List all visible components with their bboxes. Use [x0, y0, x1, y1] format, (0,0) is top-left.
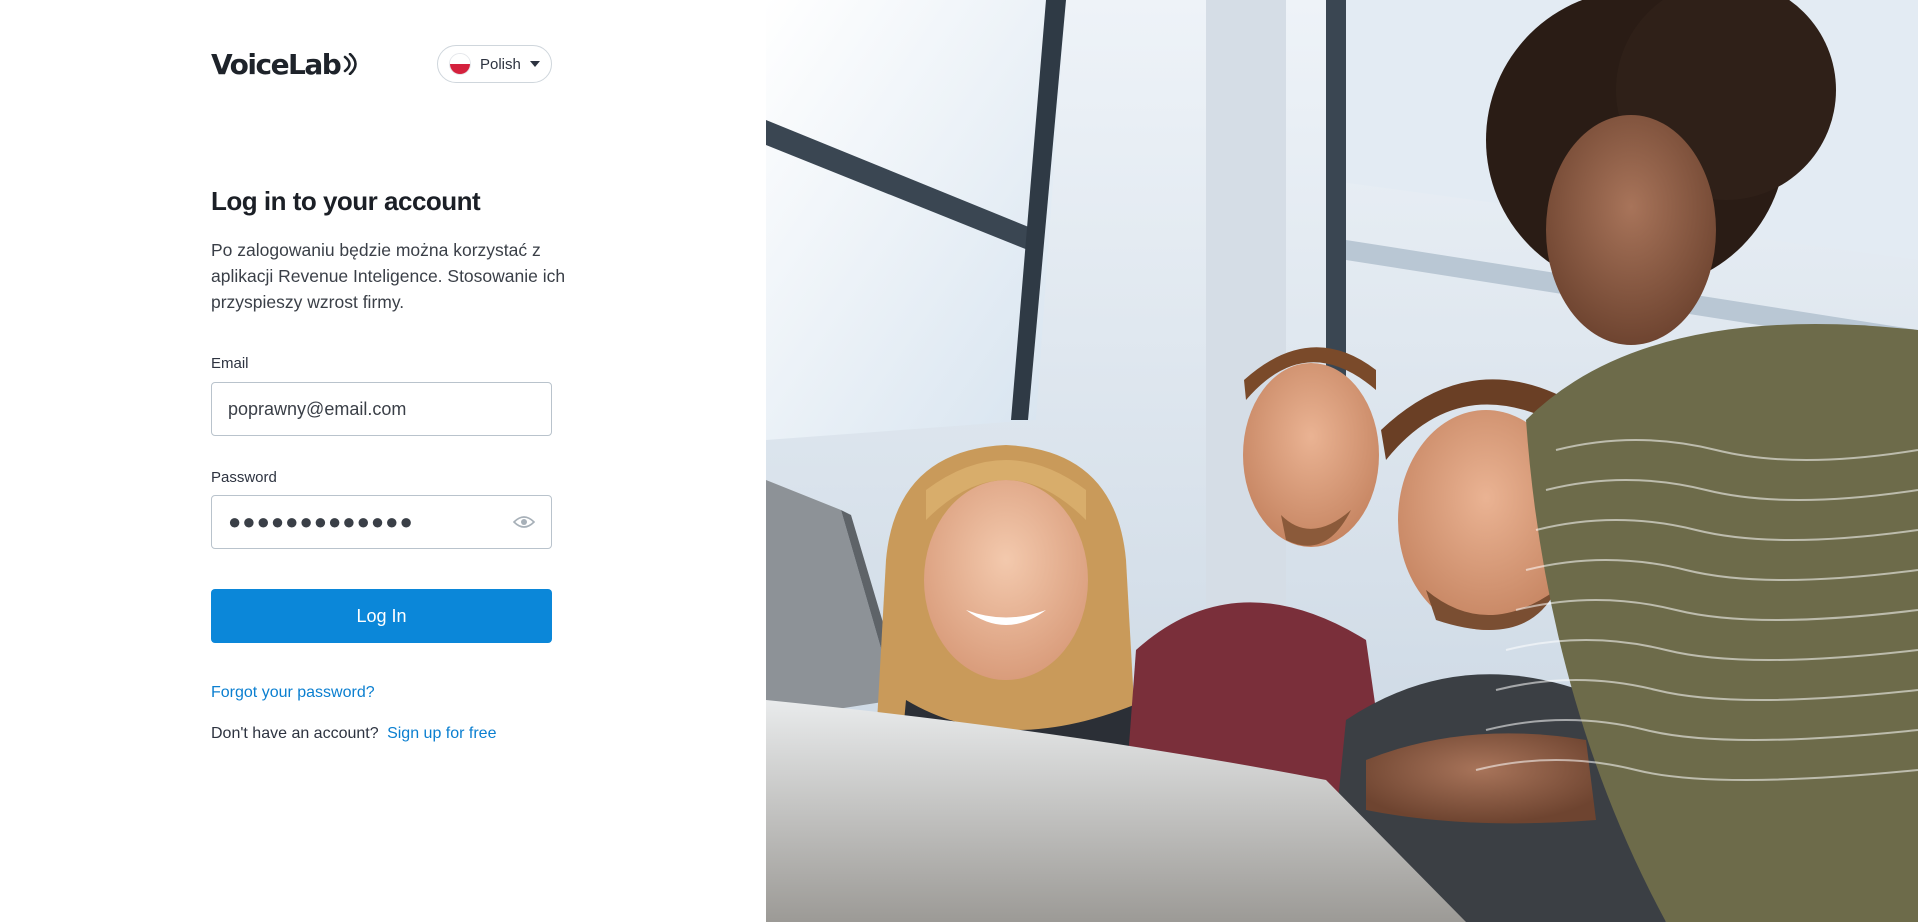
- hero-photo: [766, 0, 1918, 922]
- pl-flag-icon: [449, 53, 471, 75]
- page-title: Log in to your account: [211, 186, 481, 216]
- password-field-wrapper: ●●●●●●●●●●●●●: [211, 495, 552, 549]
- password-field[interactable]: ●●●●●●●●●●●●●: [228, 511, 513, 533]
- email-field[interactable]: [228, 398, 535, 420]
- team-photo-illustration: [766, 0, 1918, 922]
- sound-wave-icon: [344, 53, 358, 75]
- signup-prompt: Don't have an account? Sign up for free: [211, 725, 496, 743]
- email-label: Email: [211, 355, 249, 372]
- language-label: Polish: [480, 55, 521, 73]
- voicelab-logo[interactable]: VoiceLab: [211, 47, 358, 81]
- password-label: Password: [211, 469, 277, 486]
- eye-icon[interactable]: [513, 515, 535, 529]
- email-field-wrapper: [211, 382, 552, 436]
- login-panel: VoiceLab Polish Log in to your account P…: [0, 0, 766, 922]
- no-account-text: Don't have an account?: [211, 725, 379, 742]
- caret-down-icon: [529, 61, 540, 67]
- page-description: Po zalogowaniu będzie można korzystać z …: [211, 240, 566, 312]
- logo-wordmark: VoiceLab: [211, 47, 342, 81]
- forgot-password-link[interactable]: Forgot your password?: [211, 684, 375, 702]
- language-selector[interactable]: Polish: [437, 45, 552, 83]
- signup-link[interactable]: Sign up for free: [387, 725, 496, 742]
- login-button[interactable]: Log In: [211, 589, 552, 643]
